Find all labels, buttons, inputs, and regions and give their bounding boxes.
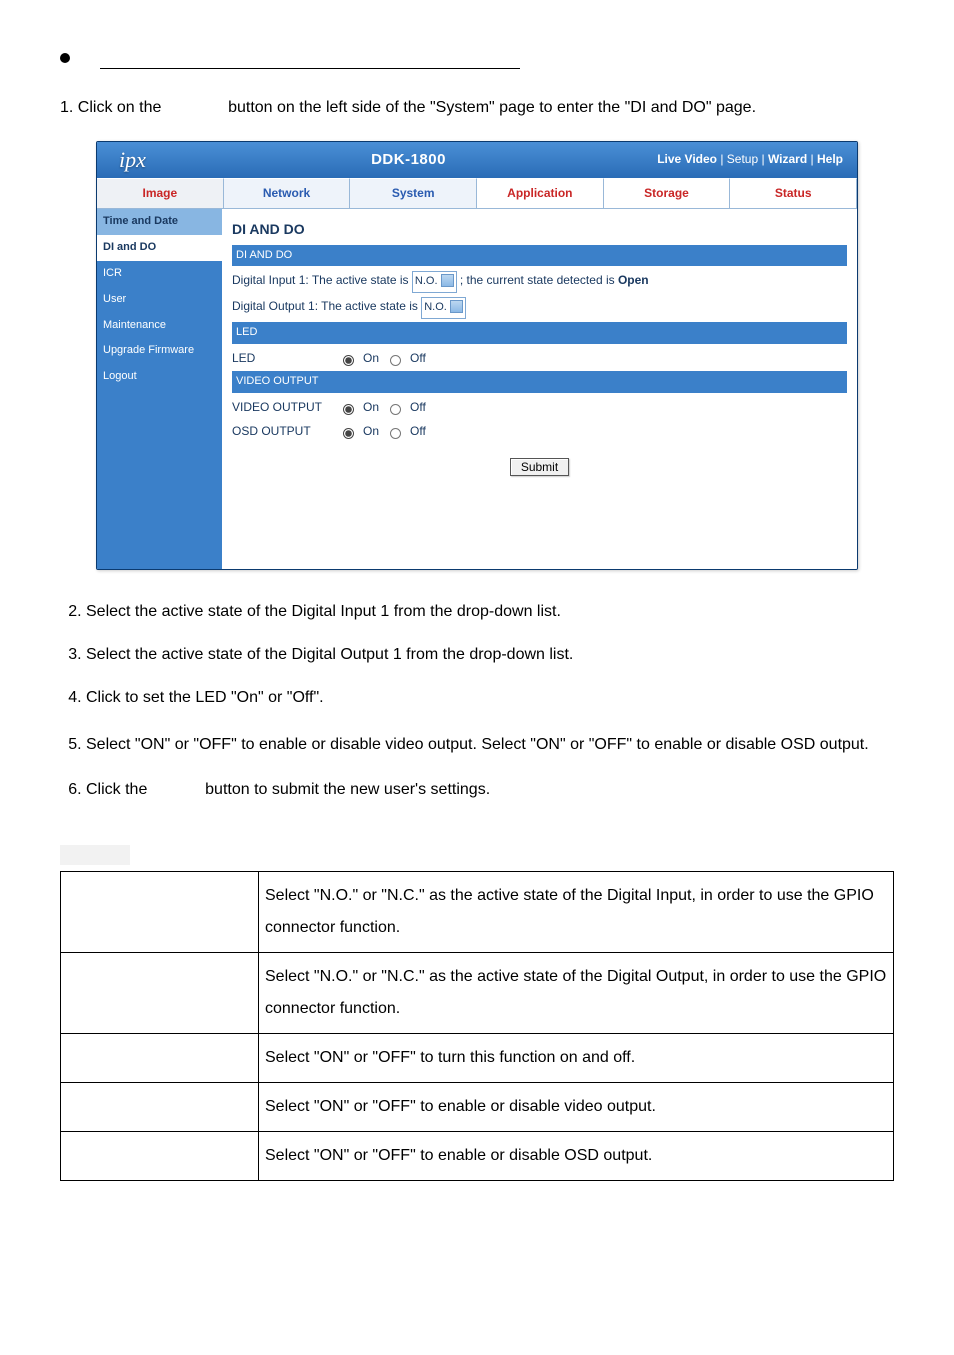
di-state: Open xyxy=(618,273,649,287)
osd-off-text: Off xyxy=(410,421,426,443)
embedded-screenshot: ipx DDK-1800 Live Video | Setup | Wizard… xyxy=(96,141,858,571)
desc-label-1 xyxy=(61,871,259,952)
sidebar-item-logout[interactable]: Logout xyxy=(97,364,222,390)
desc-label-4 xyxy=(61,1082,259,1131)
vo-on-text: On xyxy=(363,397,379,419)
sidebar-item-maintenance[interactable]: Maintenance xyxy=(97,313,222,339)
led-on-text: On xyxy=(363,348,379,370)
tab-application[interactable]: Application xyxy=(477,178,604,209)
digital-input-line: Digital Input 1: The active state is N.O… xyxy=(232,270,847,293)
osd-output-off-radio[interactable] xyxy=(390,428,401,439)
do-label: Digital Output 1: The active state is xyxy=(232,299,418,313)
intro-line: 1. Click on the button on the left side … xyxy=(60,94,894,123)
desc-label-5 xyxy=(61,1131,259,1180)
vo-off-text: Off xyxy=(410,397,426,419)
desc-label-3 xyxy=(61,1033,259,1082)
led-on-radio[interactable] xyxy=(343,355,354,366)
step-6-pre: Click the xyxy=(86,781,147,798)
sidebar-item-di-and-do[interactable]: DI and DO xyxy=(97,235,222,261)
link-setup[interactable]: Setup xyxy=(727,152,758,166)
link-help[interactable]: Help xyxy=(817,152,843,166)
desc-text-4: Select "ON" or "OFF" to enable or disabl… xyxy=(259,1082,894,1131)
description-table: Select "N.O." or "N.C." as the active st… xyxy=(60,871,894,1181)
intro-post: button on the left side of the "System" … xyxy=(228,99,756,116)
main-panel: DI AND DO DI AND DO Digital Input 1: The… xyxy=(222,209,857,569)
desc-text-2: Select "N.O." or "N.C." as the active st… xyxy=(259,952,894,1033)
tab-storage[interactable]: Storage xyxy=(604,178,731,209)
sidebar-item-user[interactable]: User xyxy=(97,287,222,313)
table-row: Select "N.O." or "N.C." as the active st… xyxy=(61,952,894,1033)
led-off-radio[interactable] xyxy=(390,355,401,366)
osd-output-label: OSD OUTPUT xyxy=(232,421,332,443)
video-output-on-radio[interactable] xyxy=(343,404,354,415)
link-wizard[interactable]: Wizard xyxy=(768,152,807,166)
video-output-row: VIDEO OUTPUT On Off xyxy=(232,397,847,419)
video-output-label: VIDEO OUTPUT xyxy=(232,397,332,419)
di-label-b: ; the current state detected is xyxy=(460,273,615,287)
table-row: Select "ON" or "OFF" to enable or disabl… xyxy=(61,1131,894,1180)
video-output-off-radio[interactable] xyxy=(390,404,401,415)
step-6-post: button to submit the new user's settings… xyxy=(205,781,490,798)
section-bullet xyxy=(60,50,894,69)
top-links: Live Video | Setup | Wizard | Help xyxy=(657,149,857,171)
section-underline xyxy=(100,50,520,69)
step-3: Select the active state of the Digital O… xyxy=(86,641,894,670)
tab-image[interactable]: Image xyxy=(97,178,224,209)
step-4: Click to set the LED "On" or "Off". xyxy=(86,684,894,713)
tab-status[interactable]: Status xyxy=(730,178,857,209)
desc-text-3: Select "ON" or "OFF" to turn this functi… xyxy=(259,1033,894,1082)
section-di-and-do: DI AND DO xyxy=(232,245,847,267)
instruction-list: Select the active state of the Digital I… xyxy=(60,598,894,804)
osd-output-row: OSD OUTPUT On Off xyxy=(232,421,847,443)
intro-pre: 1. Click on the xyxy=(60,99,161,116)
description-header-spacer xyxy=(60,845,130,865)
digital-output-select[interactable]: N.O. xyxy=(421,297,466,319)
tab-system[interactable]: System xyxy=(350,178,477,209)
description-block: Select "N.O." or "N.C." as the active st… xyxy=(60,845,894,1181)
table-row: Select "N.O." or "N.C." as the active st… xyxy=(61,871,894,952)
sidebar: Time and Date DI and DO ICR User Mainten… xyxy=(97,209,222,569)
digital-input-select[interactable]: N.O. xyxy=(412,271,457,293)
digital-output-line: Digital Output 1: The active state is N.… xyxy=(232,296,847,319)
sidebar-item-upgrade-firmware[interactable]: Upgrade Firmware xyxy=(97,338,222,364)
osd-output-on-radio[interactable] xyxy=(343,428,354,439)
desc-label-2 xyxy=(61,952,259,1033)
led-row: LED On Off xyxy=(232,348,847,370)
desc-text-5: Select "ON" or "OFF" to enable or disabl… xyxy=(259,1131,894,1180)
sidebar-item-icr[interactable]: ICR xyxy=(97,261,222,287)
section-video-output: VIDEO OUTPUT xyxy=(232,371,847,393)
table-row: Select "ON" or "OFF" to turn this functi… xyxy=(61,1033,894,1082)
sidebar-item-time-and-date[interactable]: Time and Date xyxy=(97,209,222,235)
step-5: Select "ON" or "OFF" to enable or disabl… xyxy=(86,727,894,762)
logo: ipx xyxy=(97,141,160,180)
led-off-text: Off xyxy=(410,348,426,370)
step-6: Click the button to submit the new user'… xyxy=(86,776,894,805)
app-topbar: ipx DDK-1800 Live Video | Setup | Wizard… xyxy=(97,142,857,178)
table-row: Select "ON" or "OFF" to enable or disabl… xyxy=(61,1082,894,1131)
led-label: LED xyxy=(232,348,332,370)
link-live-video[interactable]: Live Video xyxy=(657,152,717,166)
submit-button[interactable]: Submit xyxy=(510,458,569,476)
osd-on-text: On xyxy=(363,421,379,443)
desc-text-1: Select "N.O." or "N.C." as the active st… xyxy=(259,871,894,952)
bullet-icon xyxy=(60,53,70,63)
step-2: Select the active state of the Digital I… xyxy=(86,598,894,627)
di-label-a: Digital Input 1: The active state is xyxy=(232,273,409,287)
app-title: DDK-1800 xyxy=(160,146,657,173)
tab-bar: Image Network System Application Storage… xyxy=(97,178,857,210)
section-led: LED xyxy=(232,322,847,344)
tab-network[interactable]: Network xyxy=(224,178,351,209)
panel-heading: DI AND DO xyxy=(232,217,847,242)
